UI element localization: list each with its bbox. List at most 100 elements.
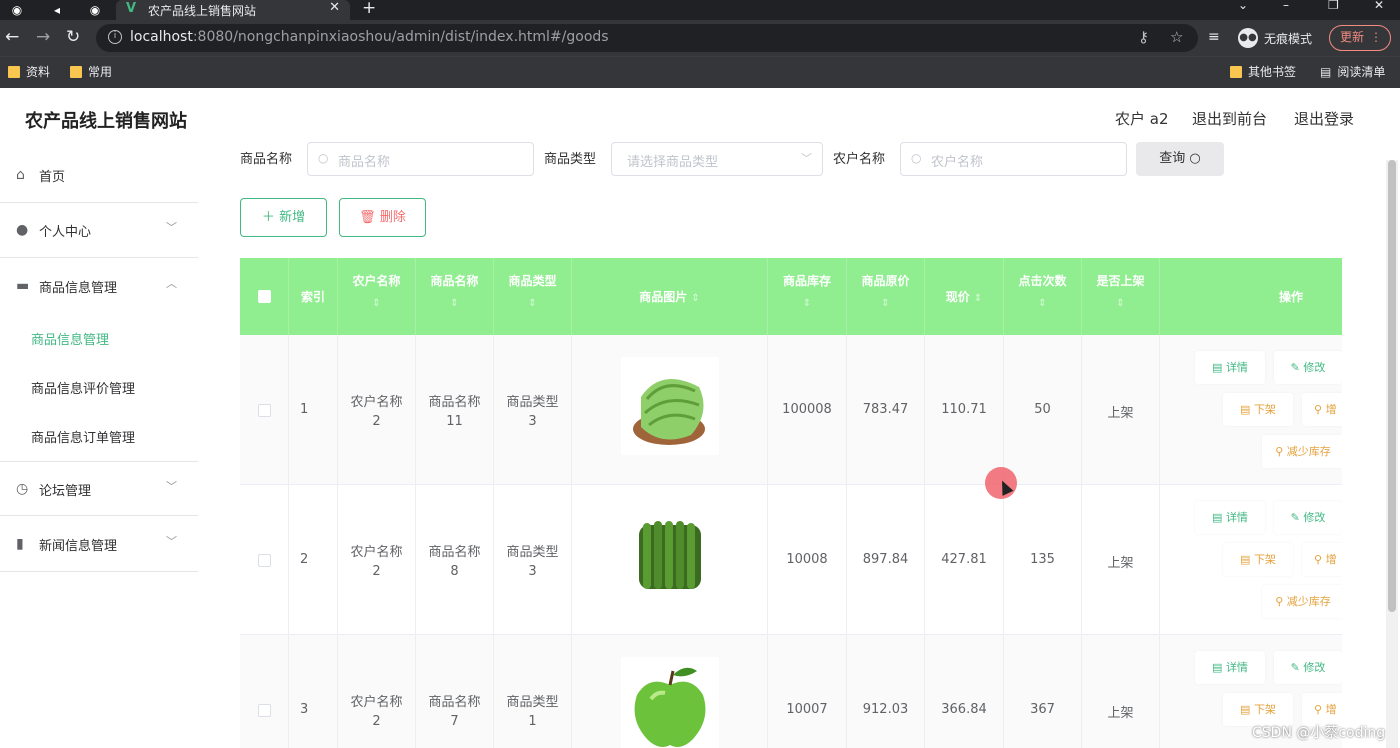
sidebar-item-news[interactable]: ▮ 新闻信息管理 ﹀ [0,517,198,572]
globe-icon[interactable]: ◉ [88,3,102,17]
column-label: 农户名称 [352,274,401,288]
add-button[interactable]: ＋ 新增 [240,198,327,237]
new-tab-icon[interactable]: + [362,0,376,18]
button-label: 详情 [1225,361,1248,374]
reading-list[interactable]: ▤ 阅读清单 [1320,63,1385,80]
exit-to-front-link[interactable]: 退出到前台 [1192,108,1267,129]
column-header[interactable]: 现价 ⇕ [925,258,1004,335]
info-icon[interactable]: i [108,30,122,44]
column-label: 是否上架 [1096,274,1145,288]
forward-icon[interactable]: → [36,26,50,48]
column-label: 商品名称 [430,274,479,288]
button-label: 修改 [1303,511,1326,524]
edit-button[interactable]: ✎ 修改 [1274,651,1342,684]
maximize-icon[interactable]: ❐ [1328,0,1339,12]
minimize-icon[interactable]: – [1283,0,1289,12]
browser-tab-active[interactable]: V 农产品线上销售网站 ✕ [116,0,350,20]
close-window-icon[interactable]: ✕ [1374,0,1384,12]
url-field[interactable]: i localhost:8080/nongchanpinxiaoshou/adm… [96,24,1198,52]
index-cell: 3 [289,635,338,748]
globe-icon[interactable]: ◉ [10,3,24,17]
sidebar-item-label: 个人中心 [39,225,92,240]
bookmark-label: 阅读清单 [1337,65,1386,79]
sidebar-item-forum[interactable]: ◷ 论坛管理 ﹀ [0,461,198,516]
goods-name-input[interactable]: ○ 商品名称 [307,142,534,176]
bookmark-folder[interactable]: 常用 [70,63,112,80]
column-header[interactable]: 商品类型 ⇕ [494,258,572,335]
page-scrollbar[interactable] [1386,160,1398,748]
detail-button[interactable]: ▤ 详情 [1195,351,1265,384]
sidebar-sub-orders[interactable]: 商品信息订单管理 [31,427,135,446]
reading-list-icon[interactable]: ≡ [1208,26,1220,48]
edit-button[interactable]: ✎ 修改 [1274,351,1342,384]
add-stock-button[interactable]: ⚲ 增 [1302,393,1342,426]
query-button[interactable]: 查询 ○ [1136,142,1224,176]
edit-button[interactable]: ✎ 修改 [1274,501,1342,534]
chevron-down-icon[interactable]: ⌄ [1238,0,1248,12]
key-icon[interactable]: ⚷ [1138,28,1149,46]
stock-cell: 10007 [768,635,847,748]
bookmarks-bar: 资料 常用 其他书签 ▤ 阅读清单 [0,56,1400,88]
back-icon[interactable]: ← [5,26,19,48]
delete-button[interactable]: 🗑 删除 [339,198,426,237]
close-icon[interactable]: ✕ [329,0,340,15]
speaker-icon[interactable]: ◂ [50,3,64,17]
detail-button[interactable]: ▤ 详情 [1195,501,1265,534]
star-icon[interactable]: ☆ [1170,28,1183,46]
sidebar-sub-goods[interactable]: 商品信息管理 [31,329,109,348]
bookmark-folder[interactable]: 其他书签 [1230,63,1296,80]
column-header[interactable]: 商品名称 ⇕ [416,258,494,335]
farmer-name-input[interactable]: ○ 农户名称 [900,142,1127,176]
reduce-stock-button[interactable]: ⚲ 减少库存 [1262,435,1342,468]
column-header[interactable]: 点击次数 ⇕ [1004,258,1082,335]
incognito-indicator[interactable]: ●● 无痕模式 [1238,26,1312,50]
logout-link[interactable]: 退出登录 [1294,108,1354,129]
goods-type-cell: 商品类型 1 [494,635,572,748]
price-cell: 366.84 [925,635,1004,748]
clipboard-icon: ▮ [16,536,24,552]
column-label: 点击次数 [1018,274,1067,288]
sort-icon: ⇕ [881,298,890,309]
column-header[interactable]: 商品图片 ⇕ [572,258,768,335]
search-label-type: 商品类型 [544,152,597,167]
bookmark-folder[interactable]: 资料 [8,63,50,80]
column-header[interactable]: 商品库存 ⇕ [768,258,847,335]
detail-button[interactable]: ▤ 详情 [1195,651,1265,684]
button-label: 详情 [1225,511,1248,524]
goods-type-select[interactable]: 请选择商品类型 ﹀ [611,142,823,176]
off-shelf-button[interactable]: ▤ 下架 [1223,393,1293,426]
cell-text: 2 [300,552,309,567]
placeholder: 请选择商品类型 [627,155,719,170]
cell-text: 7 [450,714,459,729]
cell-text: 上架 [1107,556,1134,571]
goods-image-cell [572,635,768,748]
stock-cell: 10008 [768,485,847,635]
column-header[interactable]: 商品原价 ⇕ [847,258,925,335]
reload-icon[interactable]: ↻ [66,26,80,48]
sidebar-item-goods[interactable]: ▬ 商品信息管理 ︿ [0,259,198,314]
sidebar-item-profile[interactable]: ● 个人中心 ﹀ [0,203,198,258]
table-row[interactable]: 1 农户名称 2 商品名称 11 商品类型 3 100008 783.47 11… [240,335,1342,485]
row-checkbox[interactable] [258,554,271,567]
chevron-down-icon: ﹀ [166,221,177,234]
off-shelf-button[interactable]: ▤ 下架 [1223,543,1293,576]
sidebar-item-label: 首页 [39,170,66,185]
table-row[interactable]: 2 农户名称 2 商品名称 8 商品类型 3 10008 897.84 427.… [240,485,1342,635]
scrollbar-thumb[interactable] [1388,160,1396,612]
cell-text: 1 [528,714,537,729]
column-header[interactable]: 农户名称 ⇕ [338,258,416,335]
row-checkbox[interactable] [258,404,271,417]
button-label: 下架 [1253,703,1276,716]
select-all-checkbox[interactable] [258,290,271,303]
table-row[interactable]: 3 农户名称 2 商品名称 7 商品类型 1 10007 912.03 366.… [240,635,1342,748]
add-stock-button[interactable]: ⚲ 增 [1302,543,1342,576]
main-content: 商品名称 ○ 商品名称 商品类型 请选择商品类型 ﹀ 农户名称 ○ 农户名称 查… [220,142,1362,748]
update-button[interactable]: 更新 ⋮ [1329,25,1391,51]
row-checkbox[interactable] [258,704,271,717]
tab-title: 农产品线上销售网站 [148,4,257,18]
sidebar-item-home[interactable]: ⌂ 首页 [0,148,198,203]
column-label: 商品库存 [782,274,831,288]
column-header[interactable]: 是否上架 ⇕ [1082,258,1160,335]
reduce-stock-button[interactable]: ⚲ 减少库存 [1262,585,1342,618]
sidebar-sub-reviews[interactable]: 商品信息评价管理 [31,378,135,397]
